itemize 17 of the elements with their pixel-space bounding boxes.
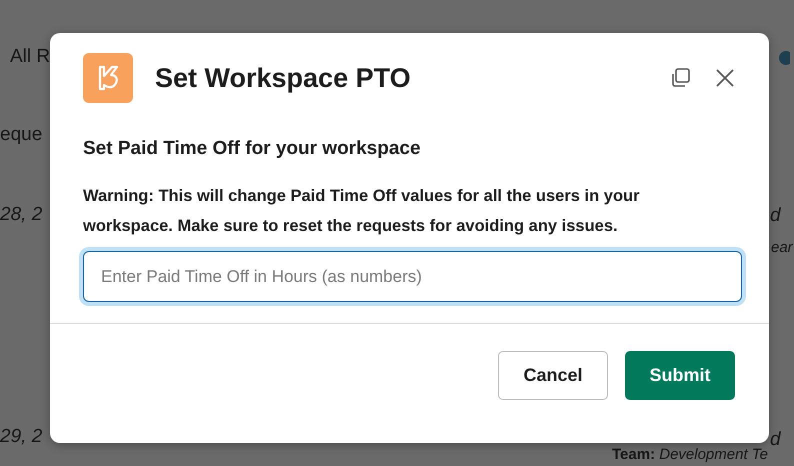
- background-text: d: [769, 428, 782, 452]
- copy-icon[interactable]: [670, 67, 692, 89]
- warning-text: Warning: This will change Paid Time Off values for all the users in your workspace. Make sure to reset the requests for avoiding any issues.: [83, 186, 641, 237]
- background-text: d: [769, 204, 782, 228]
- section-heading: Set Paid Time Off for your workspace: [83, 138, 422, 160]
- pto-input-field[interactable]: Enter Paid Time Off in Hours (as numbers): [83, 251, 742, 302]
- dialog-title: Set Workspace PTO: [155, 62, 412, 94]
- background-text: 29, 2: [0, 425, 42, 449]
- team-label: Team: Development Te: [612, 446, 768, 464]
- close-icon[interactable]: [714, 67, 736, 89]
- background-text: eque: [0, 123, 42, 147]
- background-text: All R: [9, 45, 50, 69]
- app-logo: [83, 53, 133, 103]
- submit-button[interactable]: Submit: [625, 351, 735, 400]
- background-text: ear: [770, 238, 794, 258]
- cancel-button[interactable]: Cancel: [498, 351, 608, 400]
- background-text: 28, 2: [0, 203, 42, 227]
